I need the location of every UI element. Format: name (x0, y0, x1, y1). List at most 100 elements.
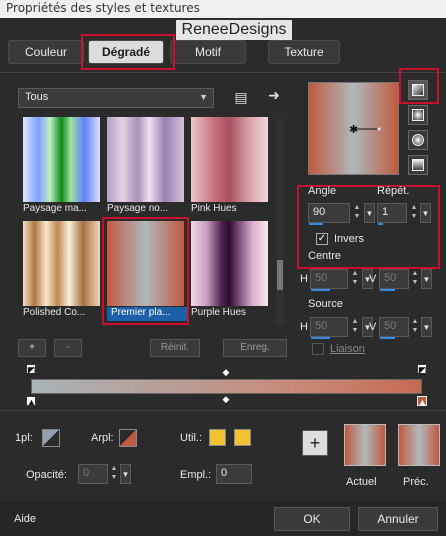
reset-button[interactable]: Réinit. (150, 339, 200, 357)
source-h-value: 50 (315, 320, 328, 332)
gradient-thumb[interactable]: Polished Co... (23, 221, 100, 318)
center-v-spin-arrows[interactable]: ▲ ▼ (410, 269, 420, 289)
util-color-swatch-2[interactable] (234, 429, 251, 446)
tab-motif[interactable]: Motif (170, 40, 246, 64)
midpoint-marker-icon[interactable]: ◆ (221, 367, 231, 377)
center-h-spin-arrows[interactable]: ▲ ▼ (350, 269, 360, 289)
scrollbar-thumb[interactable] (277, 260, 283, 290)
gradient-filter-select[interactable]: Tous ▼ (18, 88, 214, 108)
gradient-swatch (23, 221, 100, 306)
source-v-value: 50 (384, 320, 397, 332)
gradient-thumb[interactable]: Paysage no... (107, 117, 184, 214)
brand-watermark: ReneeDesigns (176, 20, 292, 40)
center-v-level-bar (380, 289, 395, 291)
empl-label: Empl.: (180, 469, 212, 481)
util-label: Util.: (180, 432, 202, 444)
center-label: Centre (308, 250, 342, 262)
center-h-label: H (300, 273, 308, 285)
center-v-input[interactable]: 50 (379, 269, 409, 291)
link-label: Liaison (330, 343, 365, 355)
source-v-dropdown[interactable]: ▼ (421, 317, 432, 337)
repeat-input[interactable]: 1 (377, 203, 407, 225)
previous-gradient-swatch[interactable] (398, 424, 440, 466)
one-plane-swatch[interactable] (42, 429, 60, 447)
save-button[interactable]: Enreg. (223, 339, 287, 357)
gradient-thumb[interactable]: Purple Hues (191, 221, 268, 318)
gradient-swatch (107, 221, 184, 306)
angle-value: 90 (313, 206, 326, 218)
source-label: Source (308, 298, 343, 310)
center-v-dropdown[interactable]: ▼ (421, 269, 432, 289)
tab-bar: Couleur Dégradé Motif Texture (0, 40, 446, 66)
tab-degrade[interactable]: Dégradé (88, 40, 164, 64)
remove-gradient-button[interactable]: - (54, 339, 82, 357)
center-v-label: V (369, 273, 377, 285)
start-stop-marker-icon[interactable]: ◩ (26, 364, 36, 375)
opacity-spin-arrows[interactable]: ▲ ▼ (109, 464, 119, 484)
cancel-button[interactable]: Annuler (358, 507, 438, 531)
repeat-dropdown[interactable]: ▼ (420, 203, 431, 223)
style-rectangular-button[interactable] (408, 105, 428, 125)
arpl-swatch[interactable] (119, 429, 137, 447)
end-stop-marker-icon[interactable]: ◩ (417, 364, 427, 375)
gradient-thumb[interactable]: Paysage ma... (23, 117, 100, 214)
chevron-down-icon: ▼ (199, 92, 208, 102)
gradient-thumb[interactable]: Pink Hues (191, 117, 268, 214)
angle-level-bar (309, 223, 323, 225)
repeat-spin-arrows[interactable]: ▲ ▼ (409, 203, 419, 223)
source-v-spin-arrows[interactable]: ▲ ▼ (410, 317, 420, 337)
start-color-stop-icon[interactable]: ▲ (26, 396, 36, 407)
angle-input[interactable]: 90 (308, 203, 350, 225)
invert-checkbox[interactable]: ✓ (316, 233, 328, 245)
opacity-dropdown[interactable]: ▼ (120, 464, 131, 484)
arrow-right-icon[interactable]: ➜ (265, 86, 283, 104)
help-link[interactable]: Aide (14, 513, 36, 525)
gradient-preview[interactable]: ✱ (308, 82, 399, 175)
gradient-list-scrollbar[interactable] (276, 118, 284, 324)
center-h-value: 50 (315, 272, 328, 284)
gradient-swatch (23, 117, 100, 202)
ok-button[interactable]: OK (274, 507, 350, 531)
divider (0, 72, 446, 73)
sunburst-style-icon (412, 134, 424, 146)
source-h-input[interactable]: 50 (310, 317, 348, 339)
repeat-label: Répét. (377, 185, 410, 197)
gradient-swatch (191, 221, 268, 306)
gradient-label: Purple Hues (191, 307, 247, 318)
radial-style-icon (412, 159, 424, 171)
book-icon[interactable]: ▤ (232, 88, 250, 106)
center-handle-icon[interactable]: ✱ (309, 83, 398, 174)
current-label: Actuel (346, 476, 377, 488)
angle-spin-arrows[interactable]: ▲ ▼ (352, 203, 362, 223)
source-h-spin-arrows[interactable]: ▲ ▼ (350, 317, 360, 337)
center-h-input[interactable]: 50 (310, 269, 348, 291)
linear-style-icon (412, 84, 424, 96)
style-sunburst-button[interactable] (408, 130, 428, 150)
center-h-level-bar (311, 289, 330, 291)
angle-dropdown[interactable]: ▼ (364, 203, 375, 223)
repeat-value: 1 (382, 206, 389, 218)
source-v-input[interactable]: 50 (379, 317, 409, 339)
divider (0, 410, 446, 411)
tab-couleur[interactable]: Couleur (8, 40, 84, 64)
end-color-stop-icon[interactable]: ▲ (417, 396, 427, 407)
gradient-thumb-selected[interactable]: Premier pla... (107, 221, 189, 321)
empl-input[interactable]: 0 (216, 464, 252, 484)
add-gradient-button[interactable]: + (18, 339, 46, 357)
previous-label: Préc. (403, 476, 429, 488)
util-color-swatch[interactable] (209, 429, 226, 446)
style-radial-button[interactable] (408, 155, 428, 175)
add-to-swatch-button[interactable]: + (302, 430, 328, 456)
rectangular-style-icon (412, 109, 424, 121)
style-linear-button[interactable] (408, 80, 428, 100)
opacity-input[interactable]: 0 (78, 464, 108, 484)
repeat-level-bar (378, 223, 383, 225)
gradient-label: Premier pla... (107, 307, 189, 321)
center-v-value: 50 (384, 272, 397, 284)
gradient-editor-bar[interactable] (31, 379, 422, 394)
midpoint-lower-marker-icon[interactable]: ◆ (221, 394, 231, 404)
opacity-label: Opacité: (26, 469, 67, 481)
tab-texture[interactable]: Texture (268, 40, 340, 64)
current-gradient-swatch[interactable] (344, 424, 386, 466)
link-checkbox[interactable] (312, 343, 324, 355)
